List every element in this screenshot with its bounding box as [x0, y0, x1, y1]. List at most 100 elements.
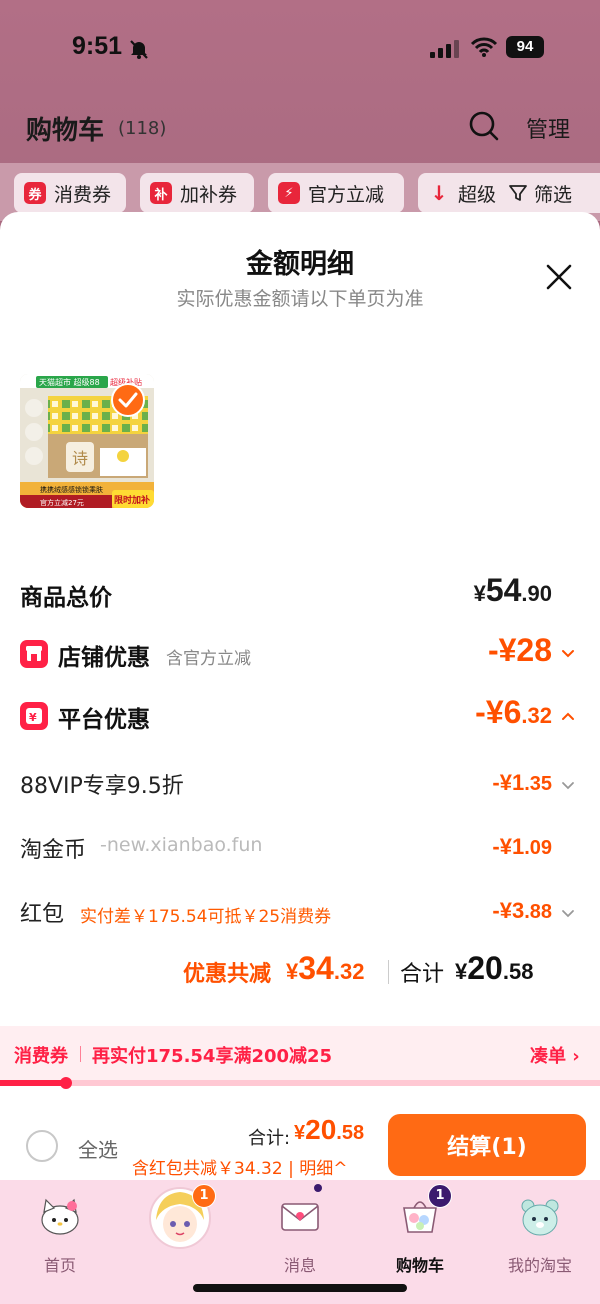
- checkout-total-amount: ¥20.58: [294, 1114, 364, 1146]
- checkout-dec: .58: [336, 1122, 365, 1144]
- cart-badge: 1: [428, 1184, 452, 1208]
- add-items-link[interactable]: 凑单 ›: [530, 1042, 580, 1068]
- row-gold-coin: 淘金币 -new.xianbao.fun -¥1.09: [20, 826, 580, 870]
- checkout-total-label: 合计:: [248, 1128, 291, 1149]
- cart-header: 购物车 (118) 管理: [0, 104, 600, 152]
- total-int: 20: [467, 950, 503, 986]
- product-image: 天猫超市 超级88 超级补贴 诗 携携绒感感锁锁乘肤 官方立减27元 限时加补: [20, 374, 154, 508]
- gold-coin-prefix: -¥: [492, 834, 512, 859]
- checkout-currency: ¥: [294, 1122, 306, 1144]
- row-red-packet[interactable]: 红包 实付差￥175.54可抵￥25消费券 -¥3.88: [20, 890, 580, 934]
- sheet-title: 金额明细: [246, 249, 354, 280]
- filter-chip-consumption-coupon[interactable]: 券 消费券: [14, 173, 126, 213]
- platform-discount-int: 6: [503, 694, 522, 730]
- envelope-icon: [281, 1203, 319, 1231]
- platform-discount-dec: .32: [521, 703, 552, 728]
- hello-kitty-icon: [41, 1198, 79, 1235]
- product-image-discount-text: 官方立减27元: [40, 498, 84, 507]
- discount-int: 34: [298, 950, 334, 986]
- coupon-tag: 消费券: [14, 1046, 68, 1067]
- coupon-progress-track: [0, 1077, 600, 1089]
- watermark-text: -new.xianbao.fun: [100, 834, 263, 856]
- checkout-button[interactable]: 结算(1): [388, 1114, 586, 1176]
- close-icon[interactable]: [544, 262, 574, 292]
- total-dec: .58: [502, 959, 534, 984]
- shop-discount-amount: -¥28: [488, 632, 552, 669]
- row-shop-discount[interactable]: 店铺优惠 含官方立减 -¥28: [20, 632, 580, 676]
- gold-coin-amount: -¥1.09: [492, 834, 552, 860]
- coupon-separator: [80, 1046, 81, 1062]
- filter-chip-subsidy-coupon[interactable]: 补 加补券: [140, 173, 254, 213]
- vip-dec: .35: [524, 773, 552, 795]
- total-price-amount: ¥54.90: [474, 572, 552, 609]
- vip-int: 1: [511, 770, 525, 795]
- filter-chip-super[interactable]: ↓ 超级: [418, 173, 508, 213]
- gold-coin-int: 1: [511, 834, 525, 859]
- unread-dot: [314, 1184, 322, 1192]
- select-all-checkbox[interactable]: [26, 1130, 58, 1162]
- signal-icon: [430, 40, 459, 58]
- discount-dec: .32: [333, 959, 365, 984]
- discount-currency: ¥: [286, 959, 299, 984]
- product-thumbnail[interactable]: 天猫超市 超级88 超级补贴 诗 携携绒感感锁锁乘肤 官方立减27元 限时加补: [20, 374, 154, 508]
- notification-badge: 1: [192, 1184, 216, 1208]
- search-icon[interactable]: [468, 110, 500, 142]
- checkout-detail-link[interactable]: 含红包共减￥34.32 | 明细^: [132, 1154, 347, 1179]
- coupon-icon: 券: [24, 182, 46, 204]
- filter-button-label: 筛选: [534, 183, 573, 206]
- home-indicator: [193, 1284, 407, 1292]
- filter-chip-official-discount[interactable]: ⚡ 官方立减: [268, 173, 404, 213]
- red-packet-prefix: -¥: [492, 898, 512, 923]
- vip-discount-amount: -¥1.35: [492, 770, 552, 796]
- red-packet-dec: .88: [524, 901, 552, 923]
- coupon-progress-bar[interactable]: 消费券 再实付175.54享满200减25 凑单 ›: [0, 1026, 600, 1082]
- chevron-up-icon: [562, 712, 574, 720]
- status-time: 9:51: [72, 32, 123, 60]
- discount-summary: 优惠共减 ¥34.32 合计 ¥20.58: [0, 950, 600, 994]
- row-platform-discount[interactable]: ¥ 平台优惠 -¥6.32: [20, 694, 580, 738]
- filter-button[interactable]: 筛选: [498, 173, 600, 213]
- shop-discount-label: 店铺优惠: [58, 645, 150, 671]
- red-packet-label: 红包: [20, 902, 65, 927]
- sheet-subtitle: 实际优惠金额请以下单页为准: [176, 288, 424, 310]
- manage-button[interactable]: 管理: [526, 112, 570, 144]
- tab-label: 首页: [43, 1256, 76, 1275]
- filter-chip-label: 加补券: [180, 183, 238, 206]
- shop-discount-int: 28: [516, 632, 552, 668]
- discount-total-amount: ¥34.32: [286, 950, 364, 987]
- tab-label: 消息: [283, 1256, 316, 1275]
- bear-icon: [521, 1199, 559, 1236]
- checkout-int: 20: [305, 1114, 337, 1145]
- page-title: 购物车: [26, 116, 105, 146]
- funnel-icon: [509, 185, 527, 201]
- row-88vip[interactable]: 88VIP专享9.5折 -¥1.35: [20, 762, 580, 806]
- battery-indicator: 94: [506, 36, 544, 58]
- platform-discount-label: 平台优惠: [58, 707, 150, 733]
- total-price-currency: ¥: [473, 581, 486, 606]
- chevron-down-icon: [562, 910, 574, 918]
- coupon-progress-fill: [0, 1080, 66, 1086]
- filter-chip-label: 官方立减: [308, 183, 385, 206]
- tab-my-taobao[interactable]: 我的淘宝: [480, 1180, 600, 1304]
- bottom-tab-bar: 首页 消息 购物车 我的淘宝 1 1: [0, 1180, 600, 1304]
- summary-divider: [388, 960, 389, 984]
- tab-home[interactable]: 首页: [0, 1180, 120, 1304]
- filter-chip-label: 超级: [458, 183, 497, 206]
- tab-label: 购物车: [395, 1256, 444, 1275]
- vip-discount-label: 88VIP专享9.5折: [20, 774, 184, 799]
- select-all-label[interactable]: 全选: [78, 1134, 118, 1163]
- red-packet-note: 实付差￥175.54可抵￥25消费券: [80, 907, 332, 927]
- shop-icon: [20, 640, 48, 668]
- red-packet-amount: -¥3.88: [492, 898, 552, 924]
- total-price-dec: .90: [521, 581, 552, 606]
- wifi-icon: [470, 37, 498, 57]
- grand-total-label: 合计: [400, 962, 445, 987]
- arrow-down-icon: ↓: [430, 181, 448, 205]
- status-bar: 9:51 94: [0, 28, 600, 68]
- amount-detail-sheet: 金额明细 实际优惠金额请以下单页为准 天猫超市 超级88 超级补贴 诗 携携绒感…: [0, 212, 600, 1304]
- platform-discount-amount: -¥6.32: [475, 694, 552, 731]
- platform-discount-prefix: -¥: [475, 694, 504, 730]
- red-packet-int: 3: [511, 898, 525, 923]
- total-price-int: 54: [485, 572, 522, 608]
- cart-count: (118): [118, 118, 167, 139]
